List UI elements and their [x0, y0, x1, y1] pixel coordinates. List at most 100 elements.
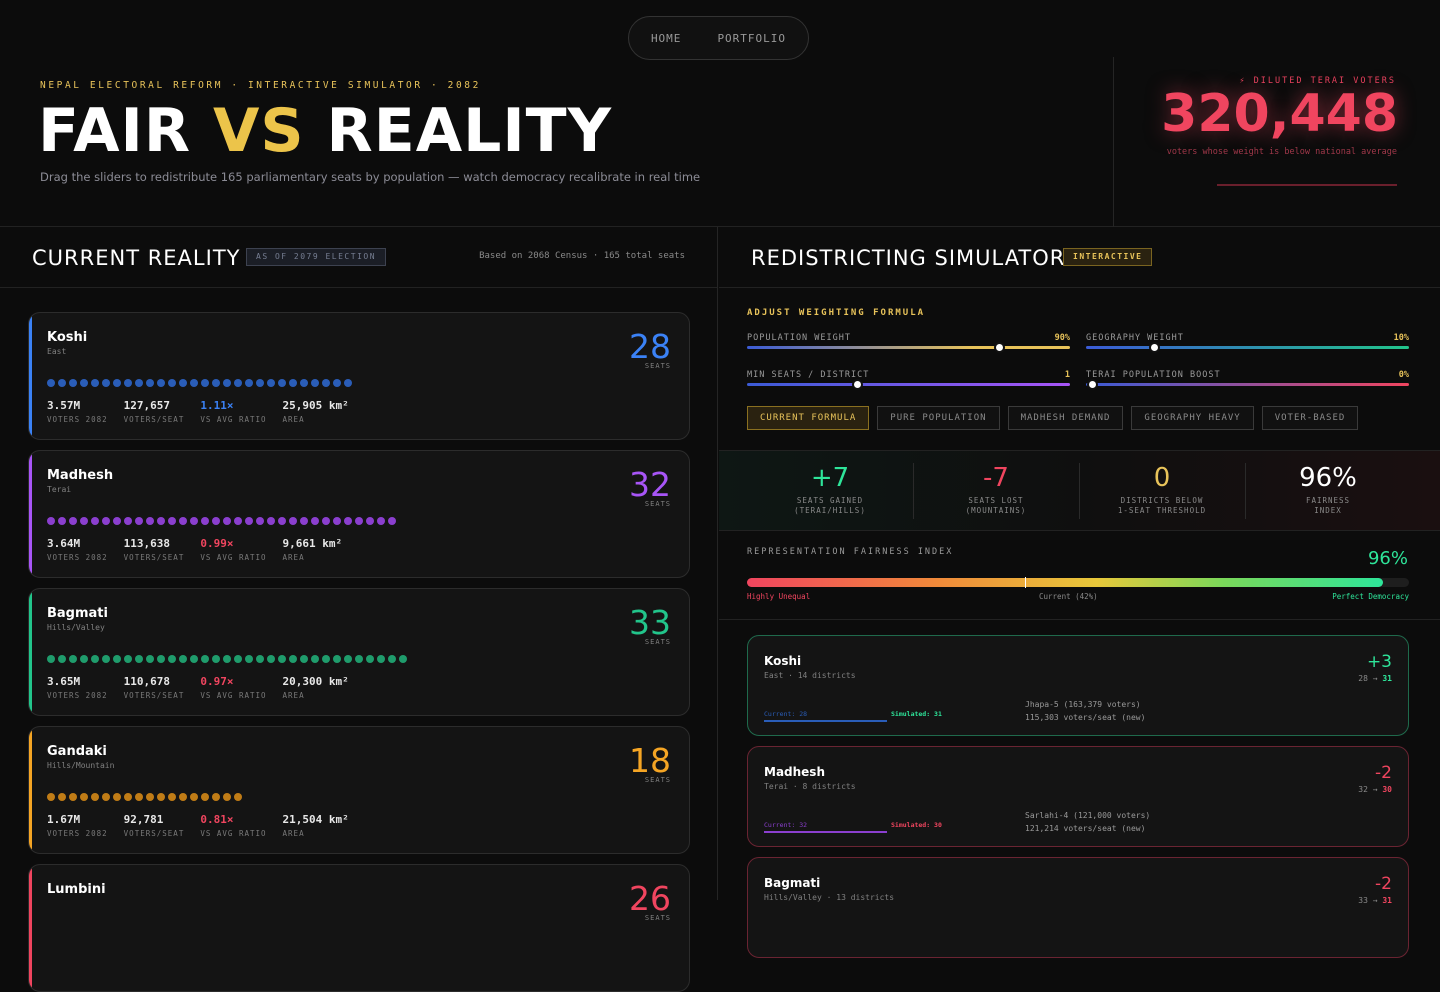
- impact-metrics: +7 SEATS GAINED (TERAI/HILLS) -7 SEATS LOST(…: [719, 451, 1440, 531]
- arrow-icon: →: [1367, 896, 1383, 905]
- slider-track[interactable]: [1086, 383, 1409, 386]
- seat-from: 28: [1358, 674, 1368, 683]
- voters-stat-label: VOTERS 2082: [47, 829, 108, 838]
- seat-dot: [234, 655, 242, 663]
- current-seats-label: Current: 32: [764, 821, 808, 829]
- fairness-metric: 96% FAIRNESS INDEX: [1245, 451, 1411, 531]
- preset-button[interactable]: PURE POPULATION: [877, 406, 1000, 430]
- fairness-value: 96%: [1367, 548, 1408, 569]
- preset-button[interactable]: GEOGRAPHY HEAVY: [1131, 406, 1254, 430]
- seat-change: 32 → 30: [1358, 785, 1392, 794]
- province-card[interactable]: Madhesh Terai 32 SEATS 3.64M VOTERS 2082 113,6…: [28, 450, 690, 578]
- seat-dot: [333, 379, 341, 387]
- simulated-seats-label: Simulated: 31: [891, 710, 942, 718]
- slider-track[interactable]: [747, 346, 1070, 349]
- slider-handle[interactable]: [1087, 379, 1099, 390]
- province-region: Hills/Mountain: [47, 761, 115, 770]
- sim-province-region: Terai · 8 districts: [764, 782, 856, 791]
- seat-dot: [223, 655, 231, 663]
- avg-ratio-stat: 0.97× VS AVG RATIO: [200, 675, 266, 700]
- seat-dot: [245, 379, 253, 387]
- current-seats-line: [764, 831, 887, 833]
- title-reality: REALITY: [326, 96, 613, 166]
- avg-ratio-stat-label: VS AVG RATIO: [200, 415, 267, 424]
- province-card[interactable]: Gandaki Hills/Mountain 18 SEATS 1.67M VOTERS …: [28, 726, 690, 854]
- seat-change: 33 → 31: [1358, 896, 1392, 905]
- seat-dot: [212, 655, 220, 663]
- slider-handle[interactable]: [993, 342, 1005, 353]
- province-stats: 3.64M VOTERS 2082 113,638 VOTERS/SEAT 0.99× V…: [47, 537, 358, 562]
- preset-buttons: CURRENT FORMULA PURE POPULATION MADHESH DE…: [747, 406, 1359, 430]
- province-card[interactable]: Lumbini 26 SEATS: [28, 864, 690, 992]
- area-stat: 9,661 km² AREA: [283, 537, 343, 562]
- simulated-province-card[interactable]: Bagmati Hills/Valley · 13 districts -2 33 →…: [747, 857, 1409, 958]
- province-seats: 28: [629, 327, 671, 366]
- province-card[interactable]: Bagmati Hills/Valley 33 SEATS 3.65M VOTERS 20…: [28, 588, 690, 716]
- voters-per-seat-stat: 127,657 VOTERS/SEAT: [124, 399, 185, 424]
- simulated-province-card[interactable]: Koshi East · 14 districts +3 28 → 31 Current…: [747, 635, 1409, 736]
- election-tag: AS OF 2079 ELECTION: [246, 248, 387, 266]
- province-card[interactable]: Koshi East 28 SEATS 3.57M VOTERS 2082 127,657 V…: [28, 312, 690, 440]
- seats-label: SEATS: [644, 914, 671, 922]
- districts-below-metric: 0 DISTRICTS BELOW 1-SEAT THRESHOLD: [1079, 451, 1245, 531]
- preset-button[interactable]: VOTER-BASED: [1261, 406, 1359, 430]
- avg-ratio-stat: 0.99× VS AVG RATIO: [200, 537, 266, 562]
- current-reality-header: CURRENT REALITY AS OF 2079 ELECTION Base…: [0, 227, 717, 288]
- seat-dot: [366, 517, 374, 525]
- seat-dot: [135, 655, 143, 663]
- preset-button[interactable]: CURRENT FORMULA: [747, 406, 870, 430]
- seat-dot: [267, 655, 275, 663]
- seat-dot: [322, 379, 330, 387]
- province-name: Madhesh: [47, 468, 114, 483]
- population-weight-slider[interactable]: POPULATION WEIGHT 90%: [747, 333, 1070, 353]
- seat-dot: [289, 655, 297, 663]
- slider-handle[interactable]: [1148, 342, 1160, 353]
- area-stat-label: AREA: [282, 415, 305, 424]
- seat-dot: [91, 379, 99, 387]
- title-fair: FAIR: [38, 96, 192, 166]
- metric-label-line: (MOUNTAINS): [965, 506, 1027, 515]
- nav-portfolio[interactable]: PORTFOLIO: [717, 32, 786, 45]
- avg-ratio-stat-label: VS AVG RATIO: [200, 829, 267, 838]
- current-seats-label: Current: 28: [764, 710, 808, 718]
- seat-dot: [47, 655, 55, 663]
- geography-weight-slider[interactable]: GEOGRAPHY WEIGHT 10%: [1086, 333, 1409, 353]
- current-reality-title: CURRENT REALITY: [32, 246, 241, 270]
- page-subtitle: Drag the sliders to redistribute 165 par…: [40, 170, 701, 184]
- voters-per-seat-stat-label: VOTERS/SEAT: [123, 691, 185, 700]
- seat-dot: [366, 655, 374, 663]
- slider-track[interactable]: [747, 383, 1070, 386]
- min-seats-slider[interactable]: MIN SEATS / DISTRICT 1: [747, 370, 1070, 390]
- avg-ratio-stat-value: 1.11×: [200, 399, 234, 412]
- avg-ratio-stat-label: VS AVG RATIO: [200, 553, 267, 562]
- nav-home[interactable]: HOME: [651, 32, 682, 45]
- slider-track[interactable]: [1086, 346, 1409, 349]
- page-title: FAIR VS REALITY: [38, 96, 612, 166]
- slider-label: MIN SEATS / DISTRICT: [747, 370, 870, 380]
- sim-province-region: East · 14 districts: [764, 671, 856, 680]
- seat-dots: [47, 379, 352, 387]
- voters-per-seat-stat-value: 110,678: [123, 675, 171, 688]
- avg-ratio-stat-value: 0.81×: [200, 813, 234, 826]
- simulated-province-card[interactable]: Madhesh Terai · 8 districts -2 32 → 30 Curre…: [747, 746, 1409, 847]
- province-name: Gandaki: [47, 744, 107, 759]
- metric-label-line: DISTRICTS BELOW: [1120, 496, 1204, 505]
- seat-dot: [223, 517, 231, 525]
- province-name: Bagmati: [47, 606, 108, 621]
- preset-button[interactable]: MADHESH DEMAND: [1007, 406, 1124, 430]
- province-seats: 26: [629, 879, 671, 918]
- province-name: Koshi: [47, 330, 88, 345]
- interactive-tag: INTERACTIVE: [1063, 248, 1153, 266]
- seat-dot: [344, 379, 352, 387]
- fairness-high-label: Perfect Democracy: [1332, 592, 1409, 601]
- seat-dot: [58, 655, 66, 663]
- seat-dot: [300, 517, 308, 525]
- voters-stat-value: 3.57M: [47, 399, 81, 412]
- terai-boost-slider[interactable]: TERAI POPULATION BOOST 0%: [1086, 370, 1409, 390]
- slider-handle[interactable]: [851, 379, 863, 390]
- area-stat-label: AREA: [282, 553, 305, 562]
- seat-dot: [300, 379, 308, 387]
- province-seats: 32: [629, 465, 671, 504]
- metric-value: +7: [810, 463, 850, 493]
- seat-dot: [201, 655, 209, 663]
